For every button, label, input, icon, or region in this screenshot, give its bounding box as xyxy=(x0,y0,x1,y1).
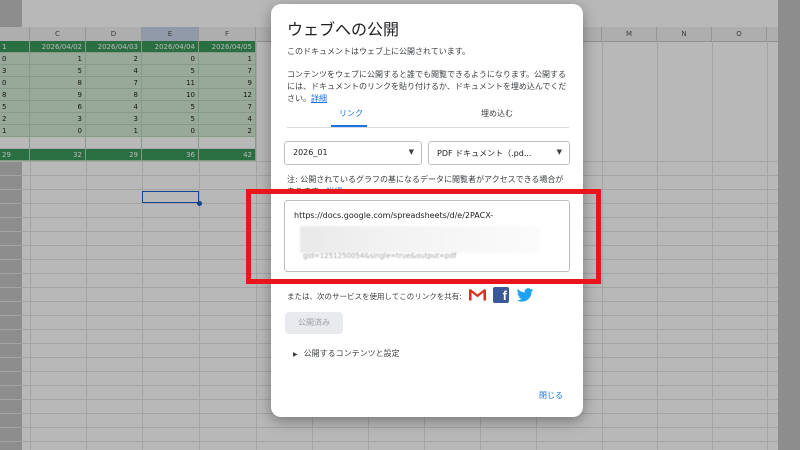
dropdown-arrow-icon: ▼ xyxy=(408,148,414,156)
detail-link[interactable]: 詳細 xyxy=(311,94,327,103)
sheet-select-value: 2026_01 xyxy=(293,148,328,157)
published-button[interactable]: 公開済み xyxy=(285,312,343,334)
published-content-settings-toggle[interactable]: ▶ 公開するコンテンツと設定 xyxy=(293,348,400,359)
close-button[interactable]: 閉じる xyxy=(539,390,563,401)
expand-arrow-icon: ▶ xyxy=(293,351,298,358)
format-select-value: PDF ドキュメント（.pd... xyxy=(437,149,532,158)
dialog-title: ウェブへの公開 xyxy=(287,20,400,39)
dropdown-arrow-icon: ▼ xyxy=(556,148,562,156)
settings-toggle-label: 公開するコンテンツと設定 xyxy=(303,349,400,358)
red-highlight-annotation xyxy=(246,189,601,284)
dialog-description: コンテンツをウェブに公開すると誰でも閲覧できるようになります。公開するには、ドキ… xyxy=(287,69,569,105)
tab-divider xyxy=(287,127,569,128)
gmail-icon[interactable] xyxy=(469,288,486,302)
description-text: コンテンツをウェブに公開すると誰でも閲覧できるようになります。公開するには、ドキ… xyxy=(287,70,567,103)
tab-embed[interactable]: 埋め込む xyxy=(481,108,513,119)
facebook-icon[interactable]: f xyxy=(493,287,509,303)
share-label: または、次のサービスを使用してこのリンクを共有: xyxy=(287,292,462,301)
publish-status-text: このドキュメントはウェブ上に公開されています。 xyxy=(287,47,470,56)
sheet-select[interactable]: 2026_01 ▼ xyxy=(284,141,422,165)
format-select[interactable]: PDF ドキュメント（.pd... ▼ xyxy=(428,141,570,165)
twitter-icon[interactable] xyxy=(516,288,534,303)
tab-link[interactable]: リンク xyxy=(339,108,363,119)
